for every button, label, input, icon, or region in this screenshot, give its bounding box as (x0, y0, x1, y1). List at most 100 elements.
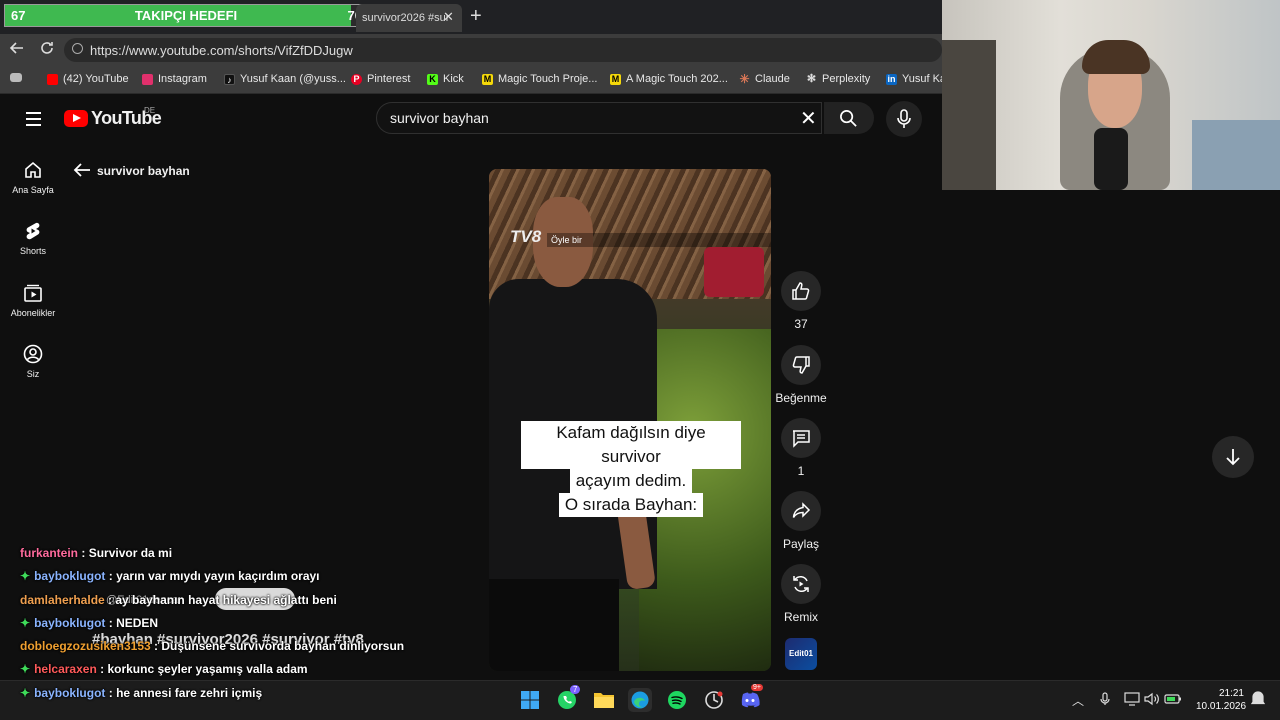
whatsapp-badge: 7 (570, 685, 581, 694)
chat-text: : Survivor da mi (81, 546, 173, 560)
follower-goal-widget: 67 TAKIPÇI HEDEFI 70 (4, 4, 368, 27)
spotify-icon (668, 691, 686, 709)
notifications-icon[interactable] (1250, 690, 1266, 709)
sidebar-item-home[interactable]: Ana Sayfa (0, 160, 66, 195)
app-taskbar[interactable] (702, 688, 726, 712)
chat-message: ✦ bayboklugot : he annesi fare zehri içmi… (20, 686, 262, 700)
tv8-caption: Öyle bir (551, 235, 583, 245)
chat-username: damlaherhalde (20, 593, 105, 607)
bookmark-linkedin[interactable]: in Yusuf Ka (886, 73, 946, 85)
spotify-taskbar[interactable] (665, 688, 689, 712)
sidebar-item-label: Ana Sayfa (12, 185, 54, 195)
instagram-icon (142, 73, 153, 85)
chat-message: ✦ bayboklugot : yarın var mıydı yayın kaç… (20, 569, 320, 583)
sidebar-item-subscriptions[interactable]: Abonelikler (0, 283, 66, 318)
bookmark-pinterest[interactable]: P Pinterest (351, 73, 410, 85)
dislike-button[interactable]: Beğenme (775, 345, 827, 405)
bookmark-kick[interactable]: K Kick (427, 73, 464, 85)
site-info-icon[interactable] (72, 43, 83, 54)
edge-taskbar[interactable] (628, 688, 652, 712)
chat-username: bayboklugot (34, 686, 106, 700)
clock-time: 21:21 (1218, 688, 1244, 699)
country-code: DE (144, 106, 156, 115)
chat-text: : ay bayhanın hayat hikayesi ağlattı ben… (108, 593, 337, 607)
tiktok-icon: ♪ (224, 73, 235, 85)
chat-text: : korkunc şeyler yaşamış valla adam (100, 662, 308, 676)
remix-button[interactable]: Remix (781, 564, 821, 624)
discord-badge: 9+ (751, 684, 763, 691)
volume-icon[interactable] (1144, 692, 1160, 709)
youtube-logo-icon[interactable] (64, 110, 88, 127)
next-video-button[interactable] (1212, 436, 1254, 478)
show-hidden-icons[interactable]: ︿ (1072, 692, 1084, 709)
share-icon (792, 502, 811, 518)
bookmark-claude[interactable]: ✳ Claude (739, 73, 789, 86)
back-icon[interactable] (9, 40, 25, 61)
windows-icon (521, 691, 539, 709)
microphone-tray-icon[interactable] (1099, 692, 1111, 709)
remix-label: Remix (783, 610, 818, 624)
bookmark-perplexity[interactable]: ✻ Perplexity (806, 73, 870, 85)
dislike-label: Beğenme (775, 391, 827, 405)
comments-button[interactable]: 1 (781, 418, 821, 478)
taskbar-clock[interactable]: 21:21 10.01.2026 (1196, 687, 1247, 713)
linkedin-icon: in (886, 73, 897, 85)
search-query-label[interactable]: survivor bayhan (97, 164, 190, 178)
app-icon (705, 691, 723, 709)
share-label: Paylaş (782, 537, 820, 551)
bookmark-tiktok[interactable]: ♪ Yusuf Kaan (@yuss... (224, 73, 346, 85)
home-icon (25, 161, 41, 178)
bookmark-magic-touch-2025[interactable]: MA Magic Touch 202... (610, 73, 728, 85)
magic-touch-icon: M (482, 73, 493, 85)
menu-icon[interactable] (26, 112, 41, 130)
back-arrow-icon[interactable] (73, 162, 91, 183)
edge-icon (631, 691, 649, 709)
clear-search-icon[interactable]: ✕ (800, 106, 817, 131)
file-explorer-taskbar[interactable] (592, 688, 616, 712)
comment-count: 1 (797, 464, 805, 478)
video-caption: Kafam dağılsın diye survivor açayım dedi… (521, 421, 741, 517)
pinterest-icon: P (351, 73, 362, 85)
caption-line: Kafam dağılsın diye survivor (521, 421, 741, 469)
chat-message: dobloegzozusiken3153 : Düşünsene survivo… (20, 639, 404, 653)
search-input[interactable]: survivor bayhan (376, 102, 822, 134)
goal-title: TAKIPÇI HEDEFI (134, 8, 238, 23)
new-tab-icon[interactable]: + (470, 5, 482, 28)
bookmarks-menu-icon[interactable] (10, 73, 22, 82)
chat-username: helcaraxen (34, 662, 97, 676)
reload-icon[interactable] (39, 40, 55, 61)
comment-icon (793, 430, 810, 448)
chat-text: : Düşünsene survivorda bayhan dinliyorsu… (154, 639, 405, 653)
voice-search-button[interactable] (886, 101, 922, 137)
start-button[interactable] (518, 688, 542, 712)
shorts-icon (26, 222, 40, 240)
close-tab-icon[interactable]: ✕ (443, 9, 454, 25)
search-button[interactable] (824, 102, 874, 134)
discord-taskbar[interactable]: 9+ (738, 684, 763, 712)
bookmark-magic-touch-project[interactable]: M Magic Touch Proje... (482, 73, 597, 85)
sidebar-item-you[interactable]: Siz (0, 344, 66, 379)
chat-text: : NEDEN (108, 616, 159, 630)
badge-icon: ✦ (20, 569, 31, 583)
like-button[interactable]: 37 (781, 271, 821, 331)
channel-avatar[interactable]: Edit01 (785, 638, 817, 670)
bookmark-youtube[interactable]: (42) YouTube (47, 73, 129, 85)
whatsapp-taskbar[interactable]: 7 (555, 685, 581, 712)
bookmark-instagram[interactable]: Instagram (142, 73, 207, 85)
you-icon (23, 344, 43, 364)
network-icon[interactable] (1124, 692, 1140, 709)
caption-line: O sırada Bayhan: (558, 493, 704, 517)
sidebar-item-label: Shorts (19, 246, 46, 256)
chat-text: : yarın var mıydı yayın kaçırdım orayı (108, 569, 320, 583)
battery-icon[interactable] (1164, 692, 1182, 709)
short-video-player[interactable]: TV8 Öyle bir Kafam dağılsın diye survivo… (489, 169, 771, 671)
share-button[interactable]: Paylaş (781, 491, 821, 551)
sidebar-item-shorts[interactable]: Shorts (0, 221, 66, 256)
chat-message: ✦ bayboklugot : NEDEN (20, 616, 158, 630)
arrow-down-icon (1226, 449, 1240, 466)
sidebar-item-label: Abonelikler (10, 308, 56, 318)
clock-date: 10.01.2026 (1196, 701, 1247, 712)
search-icon (840, 110, 857, 127)
badge-icon: ✦ (20, 662, 31, 676)
address-bar[interactable]: https://www.youtube.com/shorts/VifZfDDJu… (64, 38, 942, 62)
